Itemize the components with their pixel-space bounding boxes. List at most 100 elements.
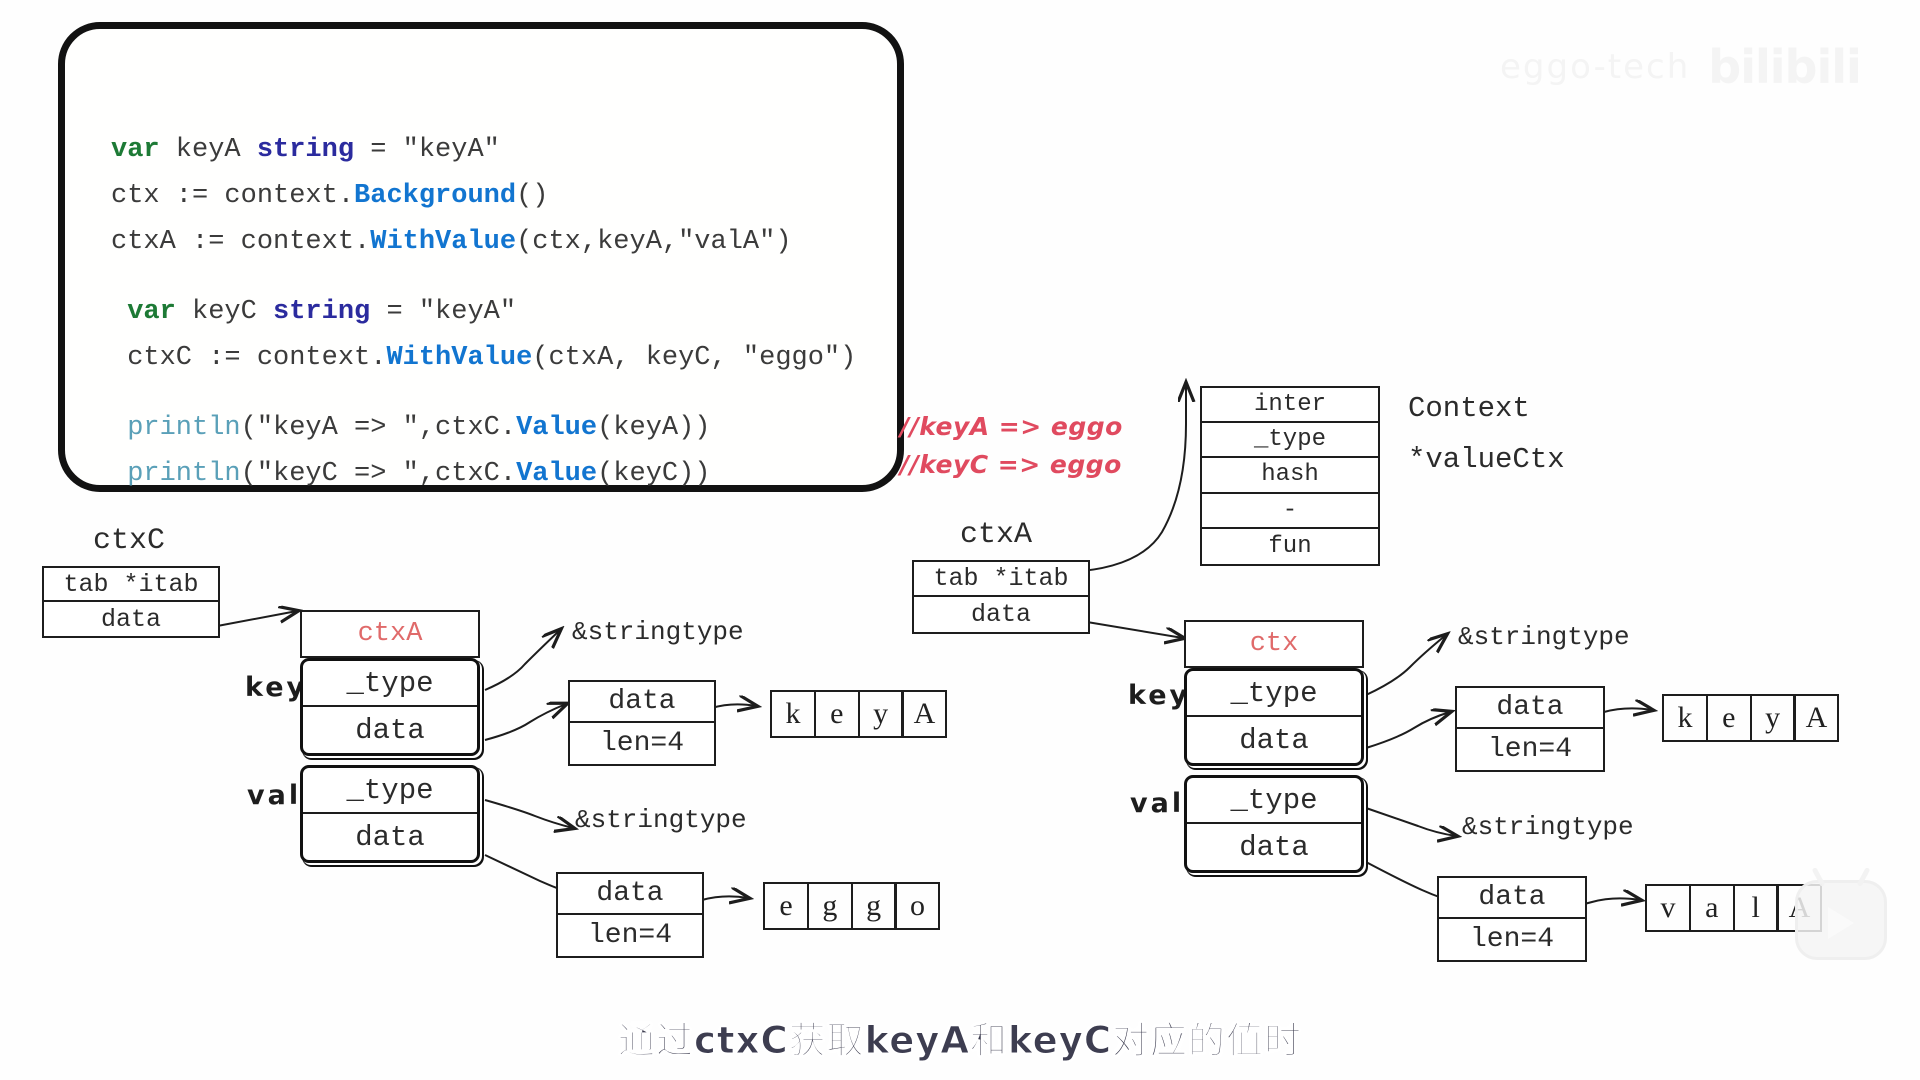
char-cell: A	[901, 690, 948, 738]
string-header-row: data	[1457, 688, 1603, 729]
code-token: Background	[354, 181, 517, 211]
string-header-row: len=4	[1487, 734, 1572, 765]
channel-watermark: eggo-tech bilibili	[1500, 40, 1862, 94]
string-header-row: data	[570, 682, 714, 723]
left-key-stringtype: &stringtype	[572, 617, 744, 647]
left-key-label: key	[245, 672, 308, 703]
code-token: println	[111, 413, 241, 443]
iface-pair-row: data	[1239, 723, 1309, 757]
code-token: = "keyA"	[370, 297, 517, 327]
code-line: println("keyA => ",ctxC.Value(keyA))	[111, 405, 856, 451]
code-token: (keyA))	[597, 413, 711, 443]
char-cell: g	[806, 882, 853, 930]
left-key-char-cells: keyA	[770, 690, 948, 738]
code-line: ctxC := context.WithValue(ctxA, keyC, "e…	[111, 335, 856, 381]
itab-field-row: -	[1202, 494, 1378, 529]
code-token: ("keyA => ",ctxC.	[240, 413, 517, 443]
left-iface-title: ctxC	[93, 524, 166, 558]
code-token: ()	[516, 181, 549, 211]
left-val-label: val	[247, 780, 302, 811]
left-val-iface-pair: _type data	[300, 765, 480, 863]
play-button-watermark-icon	[1795, 866, 1887, 960]
right-val-label: val	[1130, 788, 1185, 819]
video-subtitle: 通过ctxC获取keyA和keyC对应的值时	[617, 1019, 1303, 1063]
iface-pair-row: data	[355, 713, 425, 747]
code-line: println("keyC => ",ctxC.Value(keyC))	[111, 451, 856, 497]
code-token: ctxA := context.	[111, 227, 371, 257]
right-val-iface-pair: _typedata	[1184, 775, 1364, 873]
code-token: = "keyA"	[354, 135, 500, 165]
char-cell: o	[894, 882, 941, 930]
code-token: keyA	[159, 135, 257, 165]
right-key-stringtype: &stringtype	[1458, 622, 1630, 652]
left-key-iface-pair: _typedata	[300, 658, 480, 756]
right-key-iface-pair: _typedata	[1184, 668, 1364, 766]
code-token: Value	[516, 413, 598, 443]
char-cell: k	[770, 690, 816, 738]
comment-line-keya: //keyA => eggo	[900, 412, 1123, 441]
code-token: var	[111, 135, 160, 165]
char-cell: A	[1793, 694, 1840, 742]
left-val-string-header-box: data len=4	[556, 872, 704, 958]
code-token: keyC	[175, 297, 274, 327]
left-val-stringtype: &stringtype	[575, 805, 747, 835]
code-line: ctxA := context.WithValue(ctx,keyA,"valA…	[111, 219, 856, 265]
code-token: Value	[516, 459, 598, 489]
comment-line-keyc: //keyC => eggo	[900, 450, 1122, 479]
left-struct-title: ctxA	[357, 619, 423, 649]
iface-field-row: tab *itab	[914, 562, 1088, 597]
code-block: var keyA string = "keyA" ctx := context.B…	[111, 127, 856, 497]
code-token: var	[111, 297, 176, 327]
code-token: ctx := context.	[111, 181, 355, 211]
right-key-label: key	[1128, 680, 1191, 711]
iface-pair-row: _type	[303, 661, 477, 707]
itab-caption-valuectx: *valueCtx	[1408, 443, 1565, 476]
code-token: string	[256, 135, 355, 165]
left-val-char-cells: eggo	[763, 882, 941, 930]
code-line: ctx := context.Background()	[111, 173, 856, 219]
code-line: var keyA string = "keyA"	[111, 127, 856, 173]
code-token: (ctx,keyA,"valA")	[516, 227, 792, 257]
iface-pair-row: _type	[303, 768, 477, 814]
char-cell: a	[1688, 884, 1735, 932]
iface-pair-row: _type	[1187, 778, 1361, 824]
char-cell: e	[813, 690, 860, 738]
code-token: WithValue	[386, 343, 533, 373]
char-cell: g	[850, 882, 897, 930]
diagram-canvas: eggo-tech bilibili var keyA string = "ke…	[0, 0, 1920, 1080]
char-cell: y	[857, 690, 904, 738]
string-header-row: data	[558, 874, 702, 915]
left-key-string-header-box: data len=4	[568, 680, 716, 766]
right-struct-title-box: ctx	[1184, 620, 1364, 668]
itab-struct-box: inter _type hash - fun	[1200, 386, 1380, 566]
right-struct-title: ctx	[1249, 629, 1299, 659]
itab-field-row: fun	[1268, 532, 1312, 560]
output-comments: //keyA => eggo //keyC => eggo	[900, 408, 1123, 484]
char-cell: v	[1645, 884, 1691, 932]
iface-field-row: tab *itab	[44, 568, 218, 602]
right-val-string-header-box: data len=4	[1437, 876, 1587, 962]
code-card: var keyA string = "keyA" ctx := context.B…	[58, 22, 904, 492]
code-token: (keyC))	[597, 459, 711, 489]
iface-pair-row: data	[1239, 830, 1309, 864]
code-token: (ctxA, keyC, "eggo")	[532, 343, 857, 373]
iface-pair-row: _type	[1187, 671, 1361, 717]
code-token: WithValue	[370, 227, 517, 257]
left-struct-title-box: ctxA	[300, 610, 480, 658]
char-cell: k	[1662, 694, 1708, 742]
itab-caption-context: Context	[1408, 392, 1530, 425]
code-token: ctxC := context.	[111, 343, 387, 373]
string-header-row: len=4	[1469, 924, 1554, 955]
code-line: var keyC string = "keyA"	[111, 289, 856, 335]
right-iface-box: tab *itab data	[912, 560, 1090, 634]
right-key-string-header-box: data len=4	[1455, 686, 1605, 772]
iface-field-row: data	[100, 604, 161, 634]
iface-field-row: data	[970, 600, 1031, 629]
code-token: string	[273, 297, 371, 327]
right-val-stringtype: &stringtype	[1462, 812, 1634, 842]
char-cell: y	[1749, 694, 1796, 742]
watermark-text: eggo-tech	[1500, 47, 1691, 87]
itab-field-row: hash	[1202, 458, 1378, 494]
itab-field-row: inter	[1202, 388, 1378, 424]
